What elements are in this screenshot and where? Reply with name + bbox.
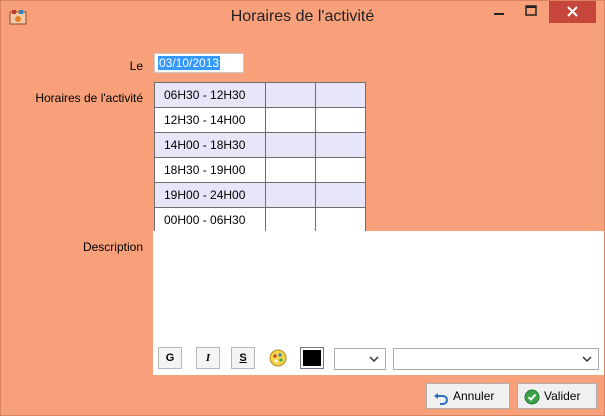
checkmark-icon [524,389,540,405]
time-slot-cell[interactable]: 19H00 - 24H00 [154,182,266,208]
cancel-button-label: Annuler [453,389,495,403]
grid-cell[interactable] [315,157,366,183]
palette-icon [269,349,287,367]
maximize-button[interactable] [517,1,545,23]
maximize-icon [525,5,537,16]
grid-cell[interactable] [315,107,366,133]
table-row: 14H00 - 18H30 [154,132,366,158]
title-bar[interactable]: Horaires de l'activité [1,1,604,33]
table-row: 12H30 - 14H00 [154,107,366,133]
date-value: 03/10/2013 [158,56,221,70]
time-slot-cell[interactable]: 06H30 - 12H30 [154,82,266,108]
chevron-down-icon [369,356,379,363]
time-slot-cell[interactable]: 18H30 - 19H00 [154,157,266,183]
table-row: 06H30 - 12H30 [154,82,366,108]
grid-cell[interactable] [265,82,316,108]
time-slot-cell[interactable]: 00H00 - 06H30 [154,207,266,233]
grid-cell[interactable] [315,82,366,108]
table-row: 19H00 - 24H00 [154,182,366,208]
table-row: 18H30 - 19H00 [154,157,366,183]
grid-cell[interactable] [315,207,366,233]
emoji-button[interactable] [266,347,290,369]
underline-button[interactable]: S [231,347,255,369]
minimize-icon [494,13,504,15]
grid-cell[interactable] [265,132,316,158]
italic-button[interactable]: I [196,347,220,369]
chevron-down-icon [582,356,592,363]
table-row: 00H00 - 06H30 [154,207,366,233]
grid-cell[interactable] [315,132,366,158]
dialog-window: Horaires de l'activité Le 03/10/2013 Hor… [0,0,605,416]
format-toolbar: G I S [153,343,604,375]
time-slot-cell[interactable]: 14H00 - 18H30 [154,132,266,158]
text-color-picker[interactable] [300,347,324,369]
grid-cell[interactable] [265,182,316,208]
validate-button[interactable]: Valider [517,383,597,409]
date-field[interactable]: 03/10/2013 [154,53,244,73]
schedule-label: Horaires de l'activité [35,91,143,105]
window-title: Horaires de l'activité [230,8,375,25]
grid-cell[interactable] [265,157,316,183]
undo-icon [434,392,448,405]
time-slot-cell[interactable]: 12H30 - 14H00 [154,107,266,133]
font-family-select[interactable] [393,348,599,370]
minimize-button[interactable] [485,1,513,23]
grid-cell[interactable] [265,107,316,133]
grid-cell[interactable] [265,207,316,233]
validate-button-label: Valider [544,389,581,403]
grid-cell[interactable] [315,182,366,208]
schedule-grid: 06H30 - 12H30 12H30 - 14H00 14H00 - 18H3… [154,82,366,233]
close-button[interactable] [549,1,596,23]
close-icon [567,6,578,17]
date-label: Le [129,59,143,73]
bold-button[interactable]: G [158,347,182,369]
font-size-select[interactable] [334,348,386,370]
description-label: Description [82,240,143,254]
color-swatch-fill [303,350,321,366]
cancel-button[interactable]: Annuler [426,383,510,409]
